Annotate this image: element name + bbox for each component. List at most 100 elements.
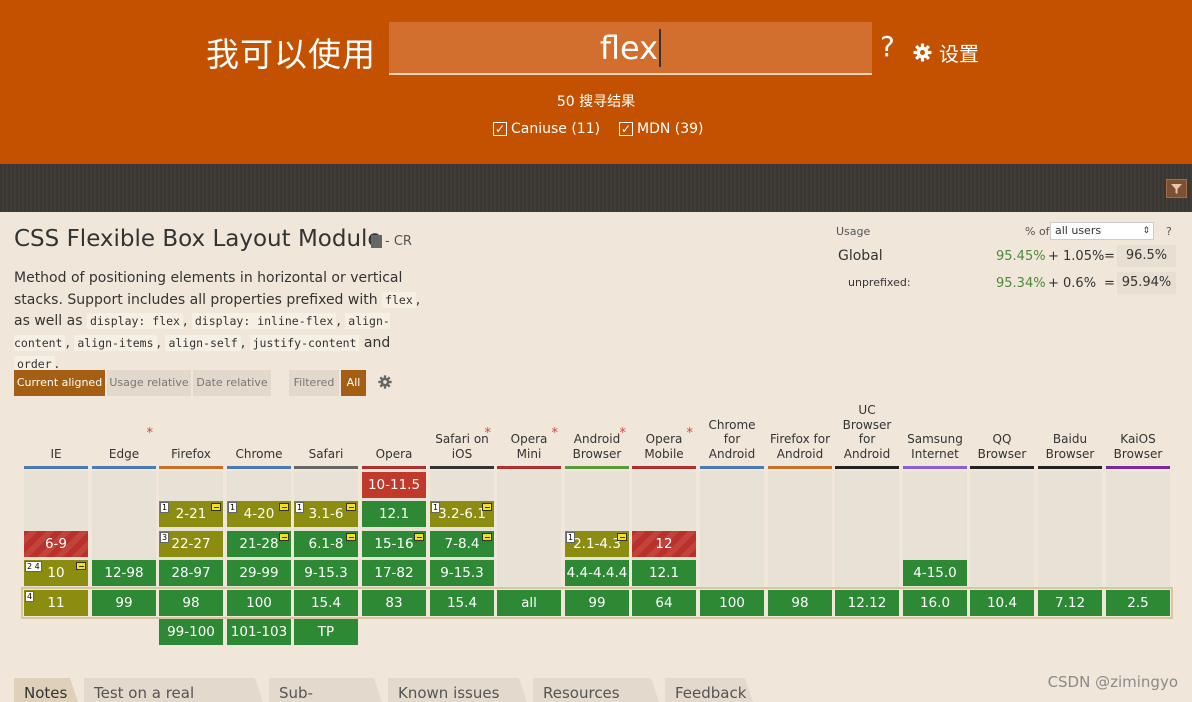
filter-mdn-checkbox[interactable]: ✓ MDN (39) [619, 121, 704, 137]
browser-header[interactable]: Android Browser * [565, 404, 629, 470]
filter-toggle-button[interactable] [1166, 179, 1187, 198]
support-cell[interactable]: 15.4 [294, 590, 358, 616]
tab-4[interactable]: Resources (12) [533, 678, 661, 702]
browser-header[interactable]: Safari on iOS * [430, 404, 494, 470]
support-cell[interactable]: 2.1-4.3 1 [565, 531, 629, 557]
browser-header[interactable]: Chrome [227, 404, 291, 470]
support-cell[interactable]: 12 [632, 531, 696, 557]
version-range: 101-103 [230, 624, 288, 640]
browser-header[interactable]: Samsung Internet [903, 404, 967, 470]
browser-header[interactable]: QQ Browser [970, 404, 1034, 470]
tab-2[interactable]: Sub-features [269, 678, 384, 702]
support-cell[interactable]: 4-15.0 [903, 560, 967, 586]
support-cell[interactable]: 9-15.3 [294, 560, 358, 586]
asterisk-icon: * [484, 426, 492, 441]
settings-button[interactable]: 设置 [913, 38, 979, 67]
support-cell[interactable]: 7-8.4 [430, 531, 494, 557]
support-cell[interactable]: 22-27 3 [159, 531, 223, 557]
browser-header[interactable]: UC Browser for Android [835, 403, 899, 470]
support-cell[interactable]: 17-82 [362, 560, 426, 586]
support-cell[interactable]: 6-9 [24, 531, 88, 557]
help-icon[interactable]: ? [880, 30, 895, 63]
support-cell[interactable]: 99 [565, 590, 629, 616]
usage-scope-select[interactable]: all users ⇕ [1050, 222, 1154, 240]
prefix-icon [76, 562, 86, 570]
support-cell[interactable]: 2-21 1 [159, 501, 223, 527]
support-cell[interactable]: 100 [700, 590, 764, 616]
support-cell[interactable]: 101-103 [227, 619, 291, 645]
browser-column [1106, 471, 1170, 587]
support-cell[interactable]: 12-98 [92, 560, 156, 586]
support-cell[interactable]: 6.1-8 [294, 531, 358, 557]
support-cell[interactable]: 99 [92, 590, 156, 616]
feature-title[interactable]: CSS Flexible Box Layout Module [14, 226, 382, 252]
version-range: 83 [385, 595, 403, 611]
browser-header[interactable]: Opera [362, 404, 426, 470]
support-cell[interactable]: 12.1 [632, 560, 696, 586]
usage-help-icon[interactable]: ? [1166, 225, 1172, 238]
support-cell[interactable]: 3.2-6.1 1 [430, 501, 494, 527]
browser-color-bar [430, 466, 494, 469]
browser-header[interactable]: Safari [294, 404, 358, 470]
usage-relative-button[interactable]: Usage relative [107, 370, 191, 396]
note-number: 1 [566, 532, 576, 543]
support-cell[interactable]: 4.4-4.4.4 [565, 560, 629, 586]
search-input[interactable]: flex [389, 22, 872, 75]
support-cell[interactable]: 64 [632, 590, 696, 616]
browser-color-bar [835, 466, 899, 469]
tab-1[interactable]: Test on a real browser [84, 678, 265, 702]
browser-header[interactable]: Chrome for Android [700, 404, 764, 470]
filtered-button[interactable]: Filtered [289, 370, 339, 396]
browser-header[interactable]: Baidu Browser [1038, 404, 1102, 470]
support-cell[interactable]: 4-20 1 [227, 501, 291, 527]
all-button[interactable]: All [341, 370, 366, 396]
unprefixed-plus-pct: + 0.6% [1048, 276, 1097, 291]
browser-header[interactable]: Edge * [92, 404, 156, 470]
support-cell[interactable]: 28-97 [159, 560, 223, 586]
support-cell[interactable]: 15-16 [362, 531, 426, 557]
support-cell[interactable]: 98 [768, 590, 832, 616]
filter-caniuse-checkbox[interactable]: ✓ Caniuse (11) [493, 121, 600, 137]
version-range: 98 [182, 595, 200, 611]
browser-color-bar [1106, 466, 1170, 469]
date-relative-button[interactable]: Date relative [193, 370, 271, 396]
version-range: 9-15.3 [304, 565, 348, 581]
support-cell[interactable]: 7.12 [1038, 590, 1102, 616]
support-cell[interactable]: 10-11.5 [362, 472, 426, 498]
browser-header[interactable]: IE [24, 404, 88, 470]
support-cell[interactable]: TP [294, 619, 358, 645]
support-cell[interactable]: 99-100 [159, 619, 223, 645]
browser-header[interactable]: Firefox for Android [768, 404, 832, 470]
support-cell[interactable]: 10 2 4 [24, 560, 88, 586]
support-cell[interactable]: 29-99 [227, 560, 291, 586]
support-cell[interactable]: 15.4 [430, 590, 494, 616]
support-cell[interactable]: 12.1 [362, 501, 426, 527]
browser-name: Chrome [235, 446, 283, 461]
browser-header[interactable]: Opera Mobile * [632, 404, 696, 470]
browser-header[interactable]: KaiOS Browser [1106, 404, 1170, 470]
support-cell[interactable]: 9-15.3 [430, 560, 494, 586]
support-cell[interactable]: all [497, 590, 561, 616]
support-cell[interactable]: 83 [362, 590, 426, 616]
support-cell[interactable]: 98 [159, 590, 223, 616]
note-number: 1 [160, 502, 170, 513]
support-cell[interactable]: 12.12 [835, 590, 899, 616]
spec-status[interactable]: - CR [371, 234, 412, 249]
support-cell[interactable]: 100 [227, 590, 291, 616]
tab-3[interactable]: Known issues (9) [388, 678, 529, 702]
browser-header[interactable]: Opera Mini * [497, 404, 561, 470]
table-settings-button[interactable] [378, 374, 394, 390]
support-cell[interactable]: 3.1-6 1 [294, 501, 358, 527]
support-cell[interactable]: 16.0 [903, 590, 967, 616]
current-aligned-button[interactable]: Current aligned [14, 370, 105, 396]
tab-0[interactable]: Notes [14, 678, 80, 702]
support-cell[interactable]: 10.4 [970, 590, 1034, 616]
support-cell[interactable]: 21-28 [227, 531, 291, 557]
support-cell[interactable]: 11 4 [24, 590, 88, 616]
note-number: 4 [25, 591, 35, 602]
asterisk-icon: * [619, 426, 627, 441]
browser-header[interactable]: Firefox [159, 404, 223, 470]
tab-5[interactable]: Feedback [665, 678, 755, 702]
support-cell[interactable]: 2.5 [1106, 590, 1170, 616]
version-range: 2.1-4.3 [573, 536, 621, 552]
